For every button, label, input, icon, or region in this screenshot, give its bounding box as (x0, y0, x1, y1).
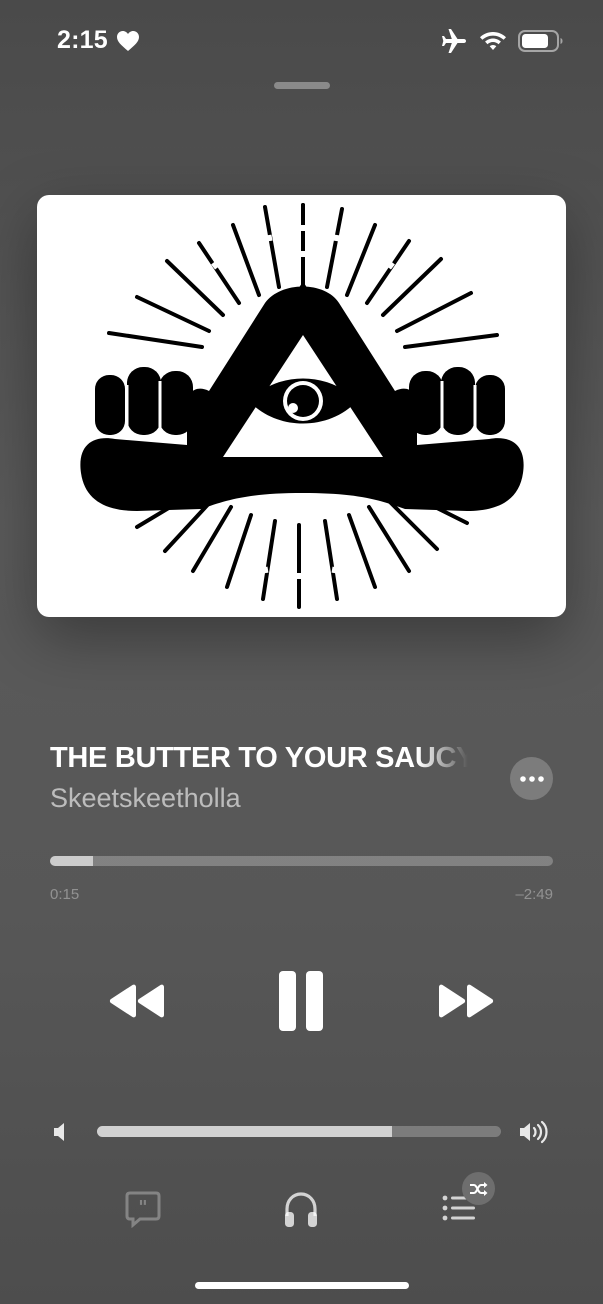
song-title: THE BUTTER TO YOUR SAUCY (50, 742, 468, 774)
heart-icon (117, 31, 139, 51)
backward-icon (109, 984, 164, 1018)
lyrics-button[interactable]: " (124, 1190, 162, 1229)
pause-icon (279, 971, 323, 1031)
more-options-button[interactable] (510, 757, 553, 800)
lyrics-quote-bubble-icon: " (125, 1191, 161, 1229)
shuffle-badge[interactable] (462, 1172, 495, 1205)
headphones-icon (285, 1192, 317, 1227)
status-bar: 2:15 (0, 0, 603, 80)
rewind-button[interactable] (100, 975, 172, 1027)
ellipsis-icon (519, 775, 544, 782)
sheet-grabber[interactable] (274, 82, 330, 89)
time-elapsed: 0:15 (50, 886, 80, 903)
pause-button[interactable] (268, 965, 334, 1037)
playback-scrubber[interactable] (50, 856, 553, 866)
wifi-icon (480, 32, 506, 50)
artist-name[interactable]: Skeetskeetholla (50, 783, 241, 814)
playback-progress-fill (50, 856, 93, 866)
time-remaining: –2:49 (515, 886, 553, 903)
audio-output-button[interactable] (282, 1190, 320, 1230)
volume-slider[interactable] (97, 1126, 501, 1137)
fast-forward-button[interactable] (431, 975, 503, 1027)
shuffle-icon (469, 1181, 487, 1196)
forward-icon (439, 984, 494, 1018)
battery-icon (518, 30, 563, 52)
volume-high-icon (520, 1120, 548, 1144)
volume-low-icon (54, 1123, 64, 1141)
home-indicator[interactable] (195, 1282, 409, 1289)
volume-level-fill (97, 1126, 392, 1137)
status-time: 2:15 (57, 26, 108, 54)
illuminati-eye-hands-art (80, 203, 524, 609)
svg-text:": " (138, 1197, 147, 1218)
album-artwork (37, 195, 566, 617)
airplane-icon (442, 29, 466, 53)
